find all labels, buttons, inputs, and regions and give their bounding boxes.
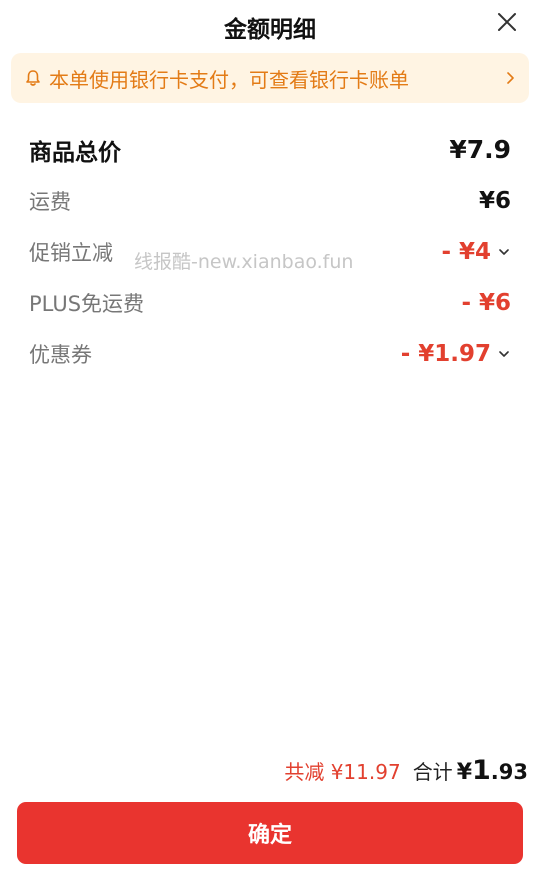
chevron-down-icon (499, 248, 509, 255)
shipping-label: 运费 (29, 189, 71, 214)
notice-text: 本单使用银行卡支付，可查看银行卡账单 (49, 67, 409, 92)
row-shipping: 运费 ¥6 (29, 175, 511, 226)
total-label: 合计 (412, 760, 453, 784)
promotion-value-wrap[interactable]: - ¥4 (441, 239, 511, 265)
promotion-value: - ¥4 (441, 238, 491, 265)
watermark-text: 线报酷-new.xianbao.fun (134, 251, 354, 273)
chevron-right-icon (507, 72, 514, 84)
order-summary: 共减 ¥11.97 合计 ¥ 1 .93 (284, 755, 528, 786)
chevron-down-icon (499, 350, 509, 357)
total-saved: 共减 ¥11.97 (284, 760, 401, 784)
coupon-value-wrap[interactable]: - ¥1.97 (401, 341, 511, 367)
row-goods-total: 商品总价 ¥7.9 (29, 124, 511, 175)
total-integer: 1 (472, 755, 491, 786)
promotion-label: 促销立减 (29, 240, 113, 265)
close-icon[interactable] (496, 11, 518, 33)
row-coupon[interactable]: 优惠券 - ¥1.97 (29, 328, 511, 379)
bell-icon (26, 70, 40, 86)
header: 金额明细 (0, 0, 540, 50)
goods-total-label: 商品总价 (29, 139, 121, 166)
plus-free-shipping-value: - ¥6 (461, 289, 511, 316)
payment-notice-banner[interactable]: 本单使用银行卡支付，可查看银行卡账单 (11, 53, 529, 103)
coupon-label: 优惠券 (29, 342, 92, 367)
plus-free-shipping-label: PLUS免运费 (29, 291, 145, 316)
total-currency-symbol: ¥ (456, 760, 472, 785)
page-title: 金额明细 (224, 17, 316, 43)
coupon-value: - ¥1.97 (400, 340, 491, 367)
confirm-button[interactable]: 确定 (17, 802, 523, 864)
total-decimal: .93 (490, 760, 528, 784)
row-plus-free-shipping: PLUS免运费 - ¥6 (29, 277, 511, 328)
shipping-value: ¥6 (478, 187, 511, 214)
goods-total-value: ¥7.9 (449, 135, 511, 164)
